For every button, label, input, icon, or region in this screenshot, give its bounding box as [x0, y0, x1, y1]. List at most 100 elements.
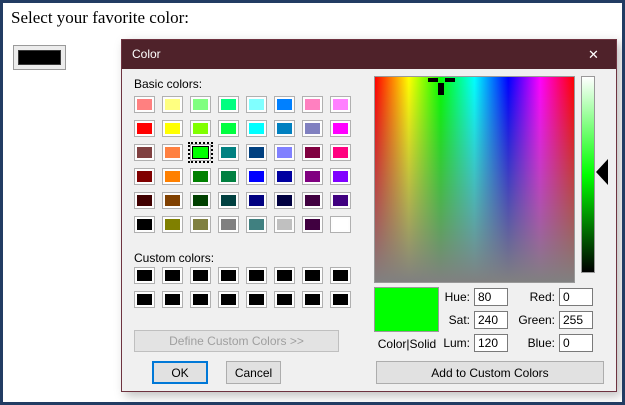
basic-color-swatch[interactable]	[302, 96, 323, 113]
basic-color-swatch[interactable]	[274, 144, 295, 161]
basic-color-swatch[interactable]	[246, 96, 267, 113]
basic-color-swatch[interactable]	[218, 120, 239, 137]
custom-color-swatch[interactable]	[246, 291, 267, 308]
basic-color-swatch[interactable]	[274, 192, 295, 209]
custom-color-swatch[interactable]	[134, 291, 155, 308]
basic-color-swatch-color	[305, 123, 320, 134]
luminance-slider[interactable]	[581, 76, 595, 273]
color-dialog: Color ✕ Basic colors: Custom colors: Def…	[121, 39, 617, 392]
hue-input[interactable]	[474, 288, 508, 306]
basic-color-swatch[interactable]	[274, 96, 295, 113]
basic-color-swatch[interactable]	[302, 216, 323, 233]
red-input[interactable]	[559, 288, 593, 306]
add-to-custom-colors-button[interactable]: Add to Custom Colors	[376, 361, 604, 384]
basic-color-swatch-color	[333, 147, 348, 158]
basic-color-swatch[interactable]	[302, 168, 323, 185]
ok-button[interactable]: OK	[152, 361, 208, 384]
hue-sat-field[interactable]	[374, 76, 575, 283]
basic-color-swatch[interactable]	[274, 168, 295, 185]
basic-color-swatch-color	[165, 195, 180, 206]
basic-color-swatch[interactable]	[246, 168, 267, 185]
basic-color-swatch[interactable]	[162, 120, 183, 137]
basic-color-swatch[interactable]	[218, 144, 239, 161]
sat-input[interactable]	[474, 311, 508, 329]
basic-color-swatch[interactable]	[330, 144, 351, 161]
basic-color-swatch-color	[137, 171, 152, 182]
cancel-button[interactable]: Cancel	[226, 361, 281, 384]
basic-color-swatch[interactable]	[330, 96, 351, 113]
basic-color-swatch[interactable]	[302, 144, 323, 161]
basic-color-swatch[interactable]	[246, 120, 267, 137]
basic-color-swatch-color	[249, 147, 264, 158]
basic-color-swatch[interactable]	[162, 168, 183, 185]
basic-color-swatch-color	[221, 147, 236, 158]
basic-color-swatch[interactable]	[134, 96, 155, 113]
basic-color-swatch[interactable]	[246, 192, 267, 209]
basic-color-swatch-color	[221, 219, 236, 230]
basic-color-swatch[interactable]	[246, 144, 267, 161]
basic-color-swatch-color	[305, 219, 320, 230]
green-input[interactable]	[559, 311, 593, 329]
basic-color-swatch[interactable]	[274, 216, 295, 233]
basic-color-swatch[interactable]	[134, 144, 155, 161]
lum-input[interactable]	[474, 334, 508, 352]
basic-color-swatch[interactable]	[190, 120, 211, 137]
basic-color-swatch[interactable]	[330, 192, 351, 209]
custom-color-swatch[interactable]	[218, 291, 239, 308]
custom-color-swatch[interactable]	[274, 291, 295, 308]
basic-color-swatch[interactable]	[188, 142, 213, 163]
custom-color-swatch-color	[249, 270, 264, 281]
basic-color-swatch[interactable]	[190, 168, 211, 185]
custom-color-swatch[interactable]	[302, 267, 323, 284]
custom-color-swatch[interactable]	[190, 267, 211, 284]
dialog-titlebar[interactable]: Color ✕	[122, 40, 616, 69]
custom-color-swatch[interactable]	[330, 267, 351, 284]
basic-color-swatch[interactable]	[134, 216, 155, 233]
basic-color-swatch[interactable]	[190, 192, 211, 209]
custom-color-swatch-color	[305, 294, 320, 305]
custom-color-swatch-color	[333, 270, 348, 281]
basic-color-swatch[interactable]	[134, 120, 155, 137]
custom-color-swatch[interactable]	[330, 291, 351, 308]
basic-color-swatch[interactable]	[330, 120, 351, 137]
basic-color-swatch[interactable]	[302, 192, 323, 209]
basic-color-swatch[interactable]	[162, 96, 183, 113]
custom-color-swatch[interactable]	[246, 267, 267, 284]
color-input-swatch[interactable]	[13, 45, 66, 70]
basic-color-swatch[interactable]	[162, 192, 183, 209]
basic-color-swatch[interactable]	[134, 168, 155, 185]
basic-color-swatch[interactable]	[246, 216, 267, 233]
basic-color-swatch[interactable]	[218, 168, 239, 185]
basic-color-swatch[interactable]	[134, 192, 155, 209]
basic-color-swatch-color	[277, 99, 292, 110]
basic-color-swatch[interactable]	[302, 120, 323, 137]
custom-color-swatch[interactable]	[190, 291, 211, 308]
basic-color-swatch[interactable]	[330, 216, 351, 233]
basic-color-swatch[interactable]	[218, 96, 239, 113]
custom-color-swatch[interactable]	[274, 267, 295, 284]
color-input-value	[18, 50, 61, 65]
basic-color-swatch-color	[249, 171, 264, 182]
basic-color-swatch[interactable]	[218, 216, 239, 233]
basic-color-swatch[interactable]	[162, 144, 183, 161]
basic-color-swatch[interactable]	[218, 192, 239, 209]
basic-color-swatch[interactable]	[330, 168, 351, 185]
custom-color-swatch[interactable]	[162, 267, 183, 284]
basic-color-swatch[interactable]	[190, 216, 211, 233]
define-custom-colors-button[interactable]: Define Custom Colors >>	[134, 330, 339, 352]
luminance-slider-arrow-icon[interactable]	[596, 159, 608, 185]
custom-color-swatch[interactable]	[218, 267, 239, 284]
basic-color-swatch-color	[221, 171, 236, 182]
basic-color-swatch[interactable]	[274, 120, 295, 137]
blue-input[interactable]	[559, 334, 593, 352]
custom-color-swatch[interactable]	[162, 291, 183, 308]
red-label: Red:	[529, 290, 555, 304]
custom-color-swatch[interactable]	[302, 291, 323, 308]
close-button[interactable]: ✕	[571, 40, 616, 69]
basic-color-swatch-color	[277, 123, 292, 134]
basic-color-swatch[interactable]	[162, 216, 183, 233]
custom-color-swatch[interactable]	[134, 267, 155, 284]
basic-color-swatch[interactable]	[190, 96, 211, 113]
custom-color-swatch-color	[333, 294, 348, 305]
basic-color-swatch-color	[249, 195, 264, 206]
